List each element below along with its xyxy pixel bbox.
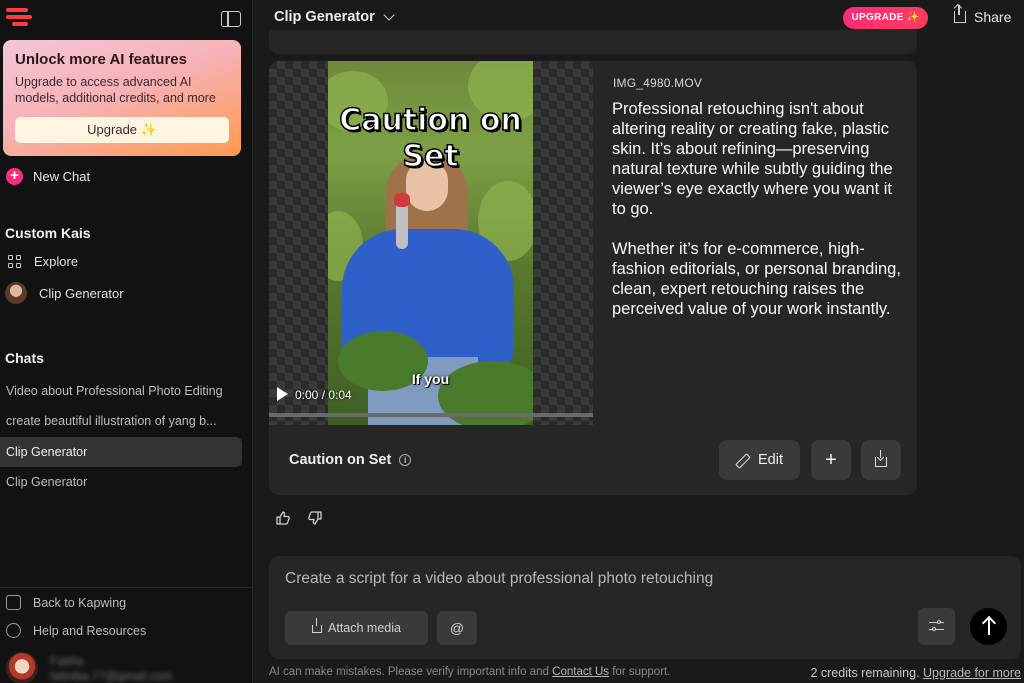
- attach-media-label: Attach media: [328, 621, 401, 635]
- back-to-kapwing-link[interactable]: Back to Kapwing: [6, 595, 126, 610]
- upgrade-button[interactable]: UPGRADE ✨: [843, 7, 928, 29]
- sidebar-item-label: Clip Generator: [39, 285, 124, 301]
- help-resources-link[interactable]: Help and Resources: [6, 623, 146, 638]
- chevron-down-icon: [383, 8, 395, 21]
- clip-title: Caution on Set i: [289, 452, 412, 468]
- avatar: [5, 282, 27, 304]
- info-icon[interactable]: i: [399, 454, 412, 466]
- file-name: IMG_4980.MOV: [613, 76, 703, 90]
- arrow-up-icon: [987, 618, 990, 635]
- upgrade-for-more-link[interactable]: Upgrade for more: [923, 666, 1021, 680]
- promo-upgrade-button[interactable]: Upgrade ✨: [15, 117, 229, 143]
- back-to-kapwing-label: Back to Kapwing: [33, 595, 127, 610]
- play-icon[interactable]: [277, 387, 288, 401]
- user-info[interactable]: Fatiha fatiniba.77@gmail.com: [50, 654, 172, 683]
- video-frame: Caution on Set If you: [328, 61, 533, 425]
- upgrade-label: UPGRADE: [851, 12, 904, 23]
- building-icon: [6, 595, 21, 610]
- previous-message-card: [269, 30, 917, 54]
- clip-title-text: Caution on Set: [289, 452, 392, 468]
- new-chat-label: New Chat: [33, 169, 91, 184]
- settings-button[interactable]: [918, 608, 955, 645]
- upgrade-promo-card: Unlock more AI features Upgrade to acces…: [3, 40, 241, 156]
- sidebar: Unlock more AI features Upgrade to acces…: [0, 0, 253, 683]
- sidebar-item-clip-generator[interactable]: Clip Generator: [5, 282, 124, 304]
- sidebar-item-label: Explore: [34, 254, 79, 269]
- disclaimer-suffix: for support.: [609, 666, 671, 678]
- plus-circle-icon: +: [6, 168, 23, 185]
- custom-kais-heading: Custom Kais: [5, 225, 91, 241]
- attach-media-button[interactable]: Attach media: [285, 611, 428, 645]
- response-text: Professional retouching isn't about alte…: [612, 99, 902, 319]
- prompt-input[interactable]: [285, 570, 985, 588]
- user-name: Fatiha: [50, 654, 84, 668]
- video-progress-bar[interactable]: [269, 413, 593, 417]
- kapwing-logo-icon[interactable]: [6, 8, 32, 28]
- video-caption-subtitle: If you: [411, 371, 450, 387]
- chat-item[interactable]: Clip Generator: [0, 467, 242, 497]
- edit-label: Edit: [758, 452, 783, 468]
- sidebar-item-explore[interactable]: Explore: [8, 254, 78, 269]
- media-result-card: Caution on Set If you 0:00 / 0:04 IMG_49…: [269, 61, 917, 495]
- user-email: fatiniba.77@gmail.com: [50, 669, 173, 683]
- mention-button[interactable]: @: [437, 611, 477, 645]
- chat-item[interactable]: create beautiful illustration of yang b.…: [0, 406, 242, 436]
- response-paragraph: Professional retouching isn't about alte…: [612, 100, 893, 218]
- thumbs-down-icon[interactable]: [306, 510, 324, 528]
- user-avatar[interactable]: [6, 652, 38, 683]
- share-icon: [954, 5, 966, 23]
- disclaimer: AI can make mistakes. Please verify impo…: [269, 666, 670, 678]
- chats-heading: Chats: [5, 350, 44, 366]
- help-resources-label: Help and Resources: [33, 623, 147, 638]
- grid-icon: [8, 254, 22, 269]
- chat-item-active[interactable]: Clip Generator: [0, 437, 242, 467]
- new-chat-button[interactable]: + New Chat: [6, 168, 90, 185]
- credits-info: 2 credits remaining. Upgrade for more: [810, 666, 1021, 680]
- disclaimer-prefix: AI can make mistakes. Please verify impo…: [269, 666, 553, 678]
- sidebar-footer: [0, 587, 253, 588]
- kai-selector-dropdown[interactable]: Clip Generator: [274, 8, 395, 25]
- promo-upgrade-label: Upgrade: [87, 122, 138, 137]
- chat-item[interactable]: Video about Professional Photo Editing: [0, 376, 242, 406]
- composer: Attach media @: [269, 556, 1021, 659]
- promo-title: Unlock more AI features: [15, 51, 187, 68]
- download-button[interactable]: [861, 440, 901, 480]
- plus-icon: +: [825, 448, 837, 471]
- thumbs-up-icon[interactable]: [274, 510, 292, 528]
- sidebar-toggle-icon[interactable]: [221, 11, 241, 27]
- video-caption-title: Caution on Set: [338, 102, 522, 175]
- sparkle-icon: ✨: [140, 122, 157, 137]
- response-paragraph: Whether it’s for e-commerce, high-fashio…: [612, 240, 901, 318]
- promo-description: Upgrade to access advanced AI models, ad…: [15, 75, 216, 105]
- video-time: 0:00 / 0:04: [295, 388, 352, 402]
- sliders-icon: [929, 619, 944, 633]
- upload-icon: [312, 618, 323, 633]
- sparkle-icon: ✨: [906, 12, 920, 23]
- share-label: Share: [974, 9, 1012, 25]
- download-icon: [875, 450, 887, 467]
- credits-remaining: 2 credits remaining.: [810, 666, 920, 680]
- share-button[interactable]: Share: [954, 5, 1012, 25]
- edit-button[interactable]: Edit: [719, 440, 800, 480]
- send-button[interactable]: [970, 608, 1007, 645]
- video-player[interactable]: Caution on Set If you 0:00 / 0:04: [269, 61, 593, 425]
- help-icon: [6, 623, 21, 638]
- pencil-icon: [736, 454, 748, 466]
- add-button[interactable]: +: [811, 440, 851, 480]
- contact-us-link[interactable]: Contact Us: [552, 666, 609, 678]
- page-title: Clip Generator: [274, 9, 375, 25]
